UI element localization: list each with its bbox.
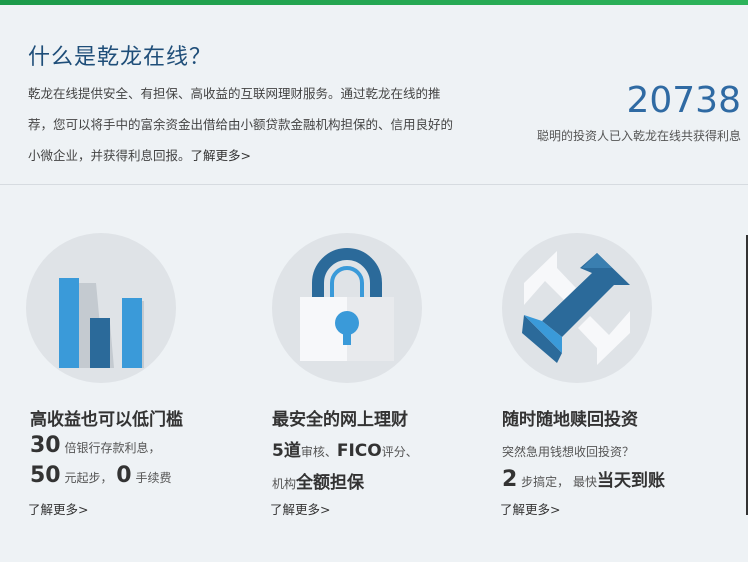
bar-chart-icon <box>26 233 176 383</box>
feature-title: 随时随地赎回投资 <box>502 410 638 430</box>
exchange-arrows-icon <box>502 233 652 383</box>
detail-text: 审核、 <box>300 445 337 459</box>
detail-text: 步搞定， <box>521 475 570 489</box>
counter-number: 20738 <box>626 80 741 121</box>
highlight-number: 30 <box>30 433 61 458</box>
intro-section: 什么是乾龙在线？ 乾龙在线提供安全、有担保、高收益的互联网理财服务。通过乾龙在线… <box>0 5 748 184</box>
feature-title: 最安全的网上理财 <box>272 410 408 430</box>
feature-detail-line: 5道审核、FICO评分、 <box>272 436 418 461</box>
intro-line: 乾龙在线提供安全、有担保、高收益的互联网理财服务。通过乾龙在线的推 <box>28 86 441 101</box>
highlight-text: 全额担保 <box>296 473 365 493</box>
feature-learn-more-link[interactable]: 了解更多> <box>270 499 330 518</box>
counter-caption: 聪明的投资人已入乾龙在线共获得利息 <box>536 129 741 143</box>
highlight-text: FICO <box>336 441 382 461</box>
detail-text: 手续费 <box>135 471 172 485</box>
intro-line: 荐，您可以将手中的富余资金出借给由小额贷款金融机构担保的、信用良好的 <box>28 117 454 132</box>
highlight-text: 当天到账 <box>597 471 665 491</box>
feature-detail-line: 机构全额担保 <box>272 468 364 493</box>
section-divider <box>0 184 748 185</box>
intro-line: 小微企业，并获得利息回报。了解更多> <box>28 140 476 171</box>
highlight-text: 5道 <box>272 441 301 461</box>
feature-detail-line: 突然急用钱想收回投资？ <box>502 443 634 460</box>
highlight-number: 0 <box>116 463 132 488</box>
detail-text: 突然急用钱想收回投资？ <box>502 445 635 459</box>
feature-learn-more-link[interactable]: 了解更多> <box>500 499 560 518</box>
intro-description: 乾龙在线提供安全、有担保、高收益的互联网理财服务。通过乾龙在线的推 荐，您可以将… <box>28 78 476 171</box>
feature-security: 最安全的网上理财 5道审核、FICO评分、 机构全额担保 了解更多> <box>270 233 500 517</box>
feature-high-yield: 高收益也可以低门槛 30 倍银行存款利息， 50 元起步， 0 手续费 了解更多… <box>26 233 258 517</box>
highlight-number: 2 <box>502 467 518 492</box>
feature-detail-line: 30 倍银行存款利息， <box>30 433 160 458</box>
feature-detail-line: 50 元起步， 0 手续费 <box>30 463 171 488</box>
detail-text: 最快 <box>572 475 597 489</box>
feature-redeem: 随时随地赎回投资 突然急用钱想收回投资？ 2 步搞定， 最快当天到账 了解更多> <box>500 233 730 517</box>
feature-title: 高收益也可以低门槛 <box>30 410 183 430</box>
page-title: 什么是乾龙在线？ <box>28 45 213 70</box>
feature-learn-more-link[interactable]: 了解更多> <box>28 499 88 518</box>
intro-learn-more-link[interactable]: 了解更多> <box>191 148 251 163</box>
padlock-icon <box>272 233 422 383</box>
investor-counter: 20738 聪明的投资人已入乾龙在线共获得利息 <box>537 79 741 144</box>
detail-text: 评分、 <box>381 445 418 459</box>
detail-text: 机构 <box>272 477 297 491</box>
highlight-number: 50 <box>30 463 61 488</box>
intro-line-text: 小微企业，并获得利息回报。 <box>28 148 191 163</box>
detail-text: 元起步， <box>64 471 113 485</box>
feature-detail-line: 2 步搞定， 最快当天到账 <box>502 466 665 492</box>
detail-text: 倍银行存款利息， <box>64 441 161 455</box>
